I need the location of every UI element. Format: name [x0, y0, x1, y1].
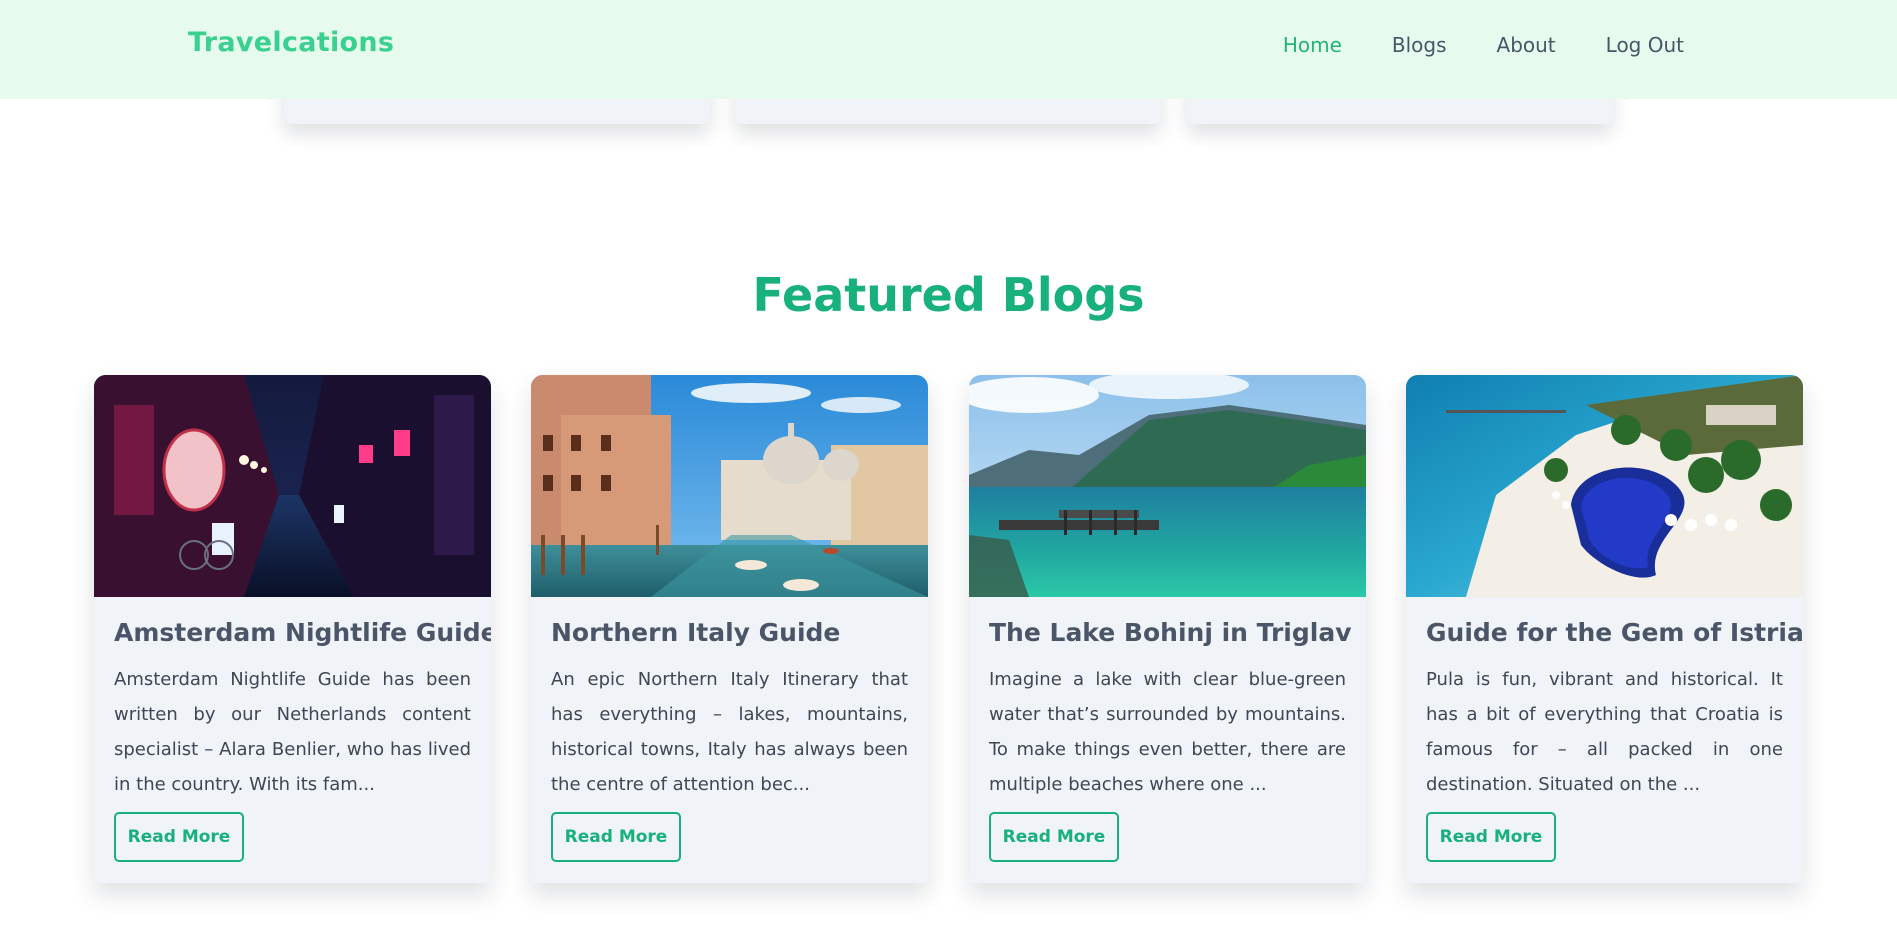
blog-card: Guide for the Gem of Istria Pula is fun,… — [1406, 375, 1803, 883]
blog-card-image — [531, 375, 928, 597]
blog-card: Northern Italy Guide An epic Northern It… — [531, 375, 928, 883]
night-street-photo — [94, 375, 491, 597]
nav-link-blogs[interactable]: Blogs — [1392, 33, 1447, 57]
venice-canal-photo — [531, 375, 928, 597]
blog-card-excerpt: An epic Northern Italy Itinerary that ha… — [551, 669, 908, 795]
blog-card-title: Guide for the Gem of Istria — [1426, 618, 1803, 647]
blog-card-title: Amsterdam Nightlife Guide — [114, 618, 491, 647]
mountain-lake-photo — [969, 375, 1366, 597]
blog-card: The Lake Bohinj in Triglav Imagine a lak… — [969, 375, 1366, 883]
nav-link-logout[interactable]: Log Out — [1606, 33, 1684, 57]
featured-blogs-heading: Featured Blogs — [752, 268, 1145, 322]
blog-card-title: The Lake Bohinj in Triglav — [989, 618, 1352, 647]
blog-card-title: Northern Italy Guide — [551, 618, 841, 647]
blog-card-excerpt: Imagine a lake with clear blue-green wat… — [989, 669, 1346, 795]
brand-logo[interactable]: Travelcations — [188, 27, 394, 58]
read-more-button[interactable]: Read More — [551, 812, 681, 862]
blog-card-excerpt: Pula is fun, vibrant and historical. It … — [1426, 669, 1783, 795]
blog-card-excerpt: Amsterdam Nightlife Guide has been writt… — [114, 669, 471, 795]
blog-card: Amsterdam Nightlife Guide Amsterdam Nigh… — [94, 375, 491, 883]
read-more-button[interactable]: Read More — [1426, 812, 1556, 862]
blog-card-image — [1406, 375, 1803, 597]
blog-card-image — [94, 375, 491, 597]
beach-resort-photo — [1406, 375, 1803, 597]
nav-link-about[interactable]: About — [1497, 33, 1556, 57]
nav-links: Home Blogs About Log Out — [1283, 33, 1684, 57]
read-more-button[interactable]: Read More — [114, 812, 244, 862]
navbar: Travelcations Home Blogs About Log Out — [0, 0, 1897, 99]
nav-link-home[interactable]: Home — [1283, 33, 1342, 57]
read-more-button[interactable]: Read More — [989, 812, 1119, 862]
blog-card-image — [969, 375, 1366, 597]
